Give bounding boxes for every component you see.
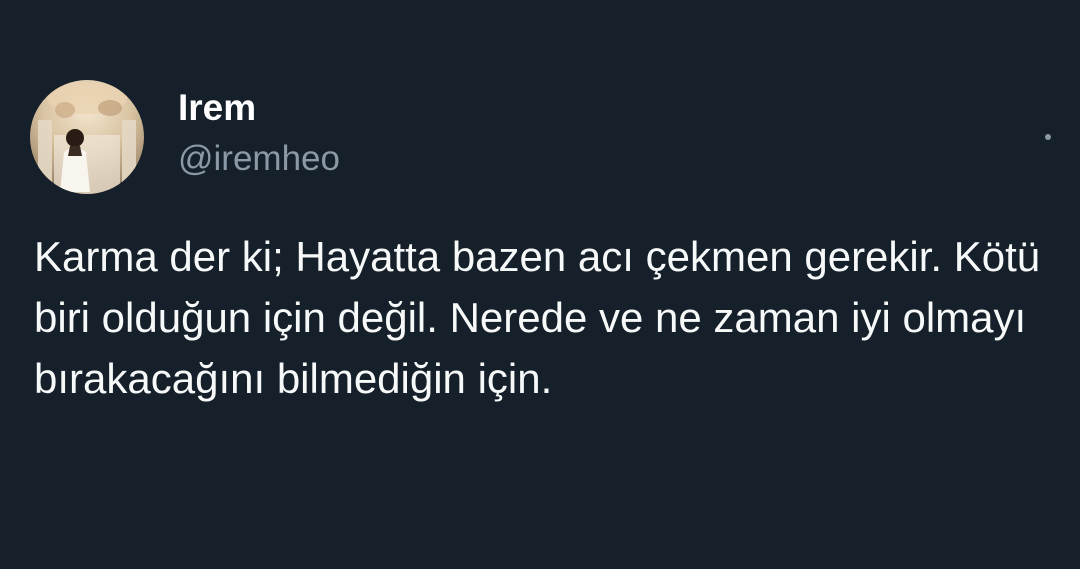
tweet-card: Irem @iremheo Karma der ki; Hayatta baze… (0, 0, 1080, 569)
more-options-icon[interactable] (1045, 134, 1051, 140)
tweet-text: Karma der ki; Hayatta bazen acı çekmen g… (34, 233, 1041, 402)
user-handle[interactable]: @iremheo (178, 138, 340, 180)
display-name[interactable]: Irem (178, 86, 256, 130)
avatar[interactable] (30, 80, 144, 194)
avatar-photo-icon (30, 80, 144, 194)
